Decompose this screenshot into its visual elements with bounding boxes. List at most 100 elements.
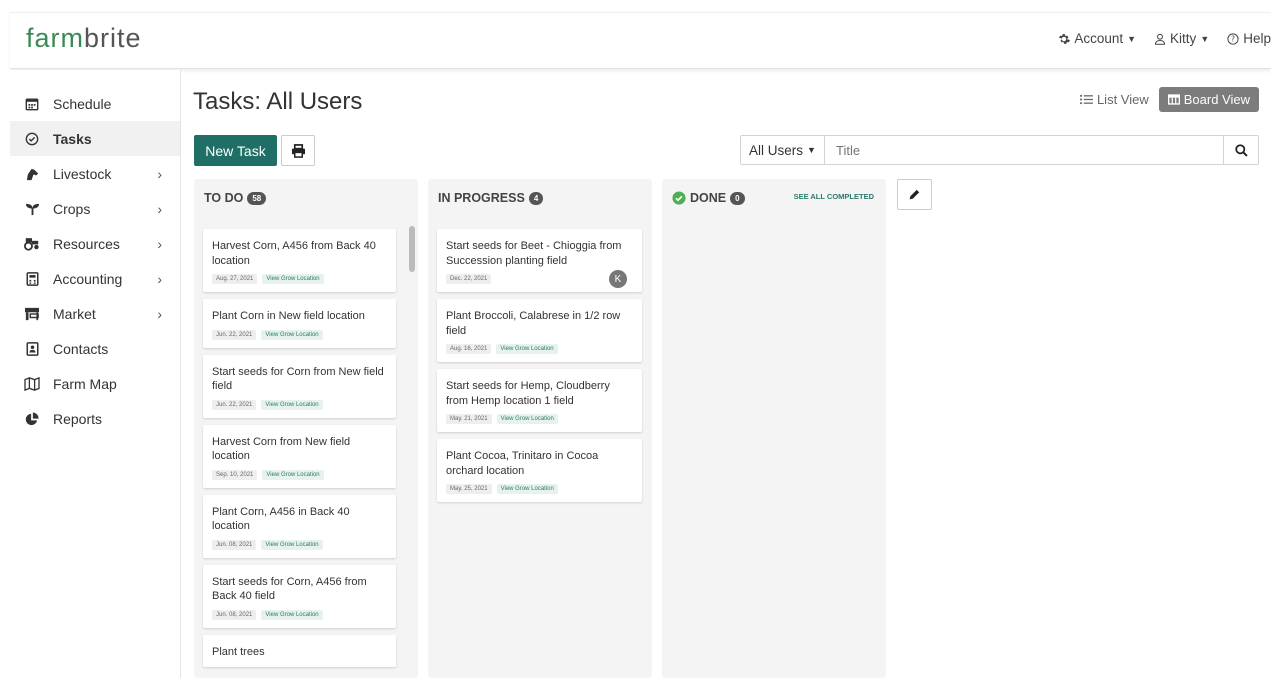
board-icon — [1167, 94, 1180, 105]
in-progress-column-header: IN PROGRESS 4 — [438, 191, 544, 205]
page-title: Tasks: All Users — [193, 88, 363, 115]
task-card[interactable]: Plant Cocoa, Trinitaro in Cocoa orchard … — [437, 439, 642, 502]
list-icon — [1080, 94, 1093, 105]
view-grow-location-link[interactable]: View Grow Location — [496, 414, 558, 424]
todo-column: TO DO 58 Harvest Corn, A456 from Back 40… — [194, 179, 418, 678]
sidebar-item-label: Livestock — [53, 165, 112, 182]
task-card[interactable]: Plant Broccoli, Calabrese in 1/2 row fie… — [437, 299, 642, 362]
task-card-title: Plant Cocoa, Trinitaro in Cocoa orchard … — [446, 450, 599, 477]
task-search-group: All Users ▼ — [740, 135, 1259, 165]
account-menu[interactable]: Account ▼ — [1058, 31, 1136, 46]
calculator-icon — [24, 271, 40, 287]
chevron-right-icon: › — [157, 165, 162, 182]
pencil-icon — [909, 189, 920, 200]
check-circle-icon — [24, 131, 40, 147]
task-card-title: Plant Corn, A456 in Back 40 location — [212, 505, 350, 533]
sidebar-item-livestock[interactable]: Livestock › — [10, 156, 180, 191]
user-filter-dropdown[interactable]: All Users ▼ — [741, 136, 825, 164]
store-icon — [24, 306, 40, 322]
account-label: Account — [1074, 31, 1124, 46]
list-view-button[interactable]: List View — [1080, 92, 1149, 107]
task-card[interactable]: Start seeds for Hemp, Cloudberry from He… — [437, 369, 642, 432]
task-card-title: Start seeds for Hemp, Cloudberry from He… — [446, 380, 610, 407]
new-task-button[interactable]: New Task — [194, 135, 277, 166]
sidebar-item-contacts[interactable]: Contacts — [10, 331, 180, 366]
task-count-badge: 0 — [730, 191, 745, 205]
in-progress-card-list: Start seeds for Beet - Chioggia from Suc… — [437, 229, 642, 509]
seedling-icon — [24, 201, 40, 217]
search-button[interactable] — [1223, 136, 1258, 164]
task-date-tag: May. 25, 2021 — [446, 484, 492, 494]
see-all-completed-link[interactable]: SEE ALL COMPLETED — [794, 192, 874, 201]
logo-text-brite: brite — [84, 23, 142, 53]
task-card[interactable]: Start seeds for Beet - Chioggia from Suc… — [437, 229, 642, 292]
user-menu[interactable]: Kitty ▼ — [1154, 31, 1209, 46]
sidebar-item-label: Contacts — [53, 340, 109, 357]
title-search-input[interactable] — [825, 136, 1223, 164]
top-navbar: farmbrite Account ▼ Kitty ▼ ? Help — [10, 12, 1271, 69]
task-card[interactable]: Harvest Corn, A456 from Back 40 location… — [203, 229, 396, 292]
map-icon — [24, 376, 40, 392]
edit-board-button[interactable] — [897, 179, 932, 210]
task-card-title: Start seeds for Beet - Chioggia from Suc… — [446, 240, 622, 267]
task-card-title: Plant Broccoli, Calabrese in 1/2 row fie… — [446, 310, 621, 337]
sidebar: Schedule Tasks Livestock › Crops › Resou… — [10, 70, 181, 678]
task-card-title: Start seeds for Corn, A456 from Back 40 … — [212, 575, 367, 603]
printer-icon — [291, 143, 305, 158]
top-nav-links: Account ▼ Kitty ▼ ? Help — [1058, 31, 1271, 46]
view-grow-location-link[interactable]: View Grow Location — [261, 609, 323, 620]
task-card-title: Plant trees — [212, 645, 265, 658]
sidebar-item-crops[interactable]: Crops › — [10, 191, 180, 226]
chevron-right-icon: › — [157, 235, 162, 252]
sidebar-item-reports[interactable]: Reports — [10, 401, 180, 436]
sidebar-item-accounting[interactable]: Accounting › — [10, 261, 180, 296]
farmbrite-logo[interactable]: farmbrite — [26, 23, 142, 54]
task-count-badge: 4 — [528, 191, 544, 205]
sidebar-item-label: Resources — [53, 235, 120, 252]
help-label: Help — [1243, 31, 1271, 46]
in-progress-column: IN PROGRESS 4 Start seeds for Beet - Chi… — [428, 179, 652, 678]
task-date-tag: Jun. 08, 2021 — [212, 609, 257, 620]
sidebar-item-resources[interactable]: Resources › — [10, 226, 180, 261]
task-card[interactable]: Harvest Corn from New field location Sep… — [203, 424, 396, 488]
sidebar-item-market[interactable]: Market › — [10, 296, 180, 331]
view-grow-location-link[interactable]: View Grow Location — [496, 484, 558, 494]
task-card[interactable]: Start seeds for Corn from New field fiel… — [203, 354, 396, 418]
sidebar-item-label: Tasks — [53, 130, 92, 147]
task-card[interactable]: Plant Corn in New field location Jun. 22… — [203, 299, 396, 348]
view-grow-location-link[interactable]: View Grow Location — [496, 344, 558, 354]
sidebar-item-label: Farm Map — [53, 375, 117, 392]
board-view-button[interactable]: Board View — [1158, 87, 1259, 112]
column-title: TO DO — [204, 191, 244, 205]
sidebar-item-label: Schedule — [53, 95, 112, 112]
view-grow-location-link[interactable]: View Grow Location — [261, 329, 323, 340]
task-date-tag: Jun. 22, 2021 — [212, 329, 257, 340]
print-button[interactable] — [281, 135, 315, 166]
user-filter-label: All Users — [749, 142, 804, 158]
logo-text-farm: farm — [26, 23, 84, 53]
help-circle-icon: ? — [1227, 32, 1239, 45]
task-date-tag: Dec. 22, 2021 — [446, 274, 492, 284]
view-grow-location-link[interactable]: View Grow Location — [261, 399, 323, 410]
view-grow-location-link[interactable]: View Grow Location — [261, 539, 323, 550]
list-view-label: List View — [1096, 92, 1149, 107]
task-card[interactable]: Start seeds for Corn, A456 from Back 40 … — [203, 564, 396, 628]
task-card[interactable]: Plant Corn, A456 in Back 40 location Jun… — [203, 494, 396, 558]
todo-scrollbar[interactable] — [409, 226, 415, 272]
view-grow-location-link[interactable]: View Grow Location — [262, 469, 324, 480]
view-grow-location-link[interactable]: View Grow Location — [262, 274, 324, 284]
check-circle-filled-icon — [672, 191, 686, 205]
task-date-tag: Jun. 22, 2021 — [212, 399, 257, 410]
sidebar-item-tasks[interactable]: Tasks — [10, 121, 180, 156]
sidebar-item-label: Crops — [53, 200, 91, 217]
assignee-avatar[interactable]: K — [609, 270, 627, 288]
horse-icon — [24, 166, 40, 182]
help-link[interactable]: ? Help — [1227, 31, 1271, 46]
caret-down-icon: ▼ — [1127, 33, 1137, 44]
task-date-tag: May. 21, 2021 — [446, 414, 492, 424]
sidebar-item-farm-map[interactable]: Farm Map — [10, 366, 180, 401]
task-card-title: Harvest Corn, A456 from Back 40 location — [212, 240, 376, 267]
task-card[interactable]: Plant trees — [203, 634, 396, 667]
sidebar-item-schedule[interactable]: Schedule — [10, 86, 180, 121]
chevron-right-icon: › — [157, 270, 162, 287]
